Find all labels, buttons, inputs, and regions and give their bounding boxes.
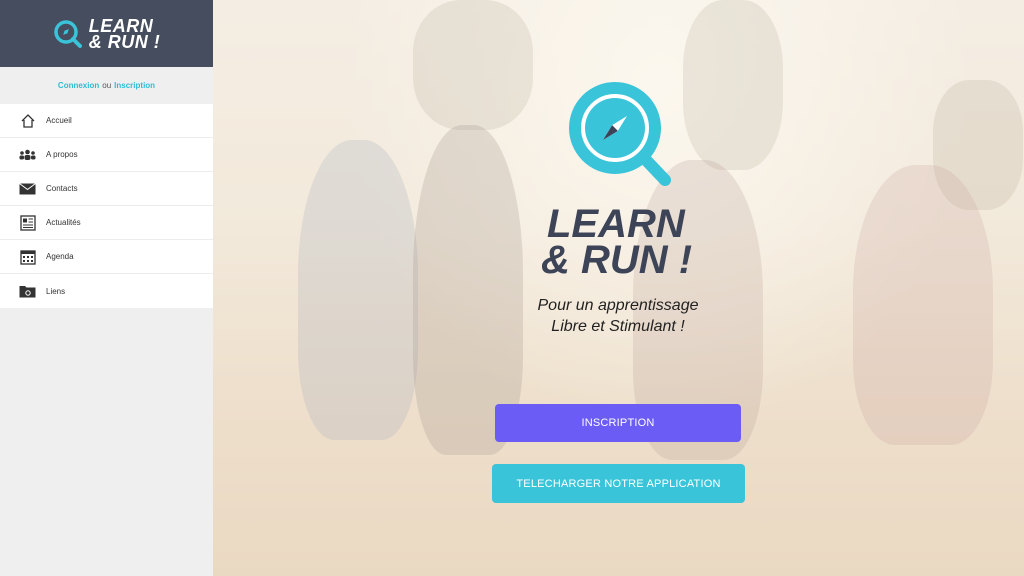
sidebar-item-label: A propos: [46, 150, 78, 159]
auth-links: Connexion ou Inscription: [0, 67, 213, 104]
newspaper-icon: [19, 214, 36, 231]
sidebar-nav: Accueil A propos Contacts Actualités Age…: [0, 104, 213, 308]
inscription-button[interactable]: INSCRIPTION: [495, 404, 741, 442]
sidebar-item-actualites[interactable]: Actualités: [0, 206, 213, 240]
tagline-line-1: Pour un apprentissage: [537, 297, 699, 314]
download-app-button[interactable]: TELECHARGER NOTRE APPLICATION: [492, 464, 745, 503]
folder-link-icon: [19, 283, 36, 300]
auth-separator: ou: [102, 81, 112, 90]
sidebar-item-accueil[interactable]: Accueil: [0, 104, 213, 138]
sidebar-item-label: Actualités: [46, 218, 81, 227]
brand-line-2: & RUN !: [88, 31, 161, 52]
envelope-icon: [19, 180, 36, 197]
hero-title: LEARN & RUN !: [533, 204, 703, 280]
home-icon: [19, 112, 36, 129]
users-icon: [19, 146, 36, 163]
hero-title-line-2: & RUN !: [541, 238, 693, 282]
hero-tagline: Pour un apprentissage Libre et Stimulant…: [463, 295, 773, 337]
calendar-icon: [19, 248, 36, 265]
sidebar-item-liens[interactable]: Liens: [0, 274, 213, 308]
hero-section: LEARN & RUN ! Pour un apprentissage Libr…: [213, 0, 1024, 576]
sidebar-item-contacts[interactable]: Contacts: [0, 172, 213, 206]
sidebar-item-label: Liens: [46, 286, 66, 296]
tagline-line-2: Libre et Stimulant !: [551, 318, 685, 335]
sidebar-item-label: Contacts: [46, 184, 78, 193]
sidebar-item-label: Accueil: [46, 116, 72, 125]
logo-compass-magnifier-icon: [569, 82, 671, 186]
sidebar-item-label: Agenda: [46, 252, 74, 261]
login-link[interactable]: Connexion: [58, 81, 99, 90]
sidebar-item-agenda[interactable]: Agenda: [0, 240, 213, 274]
register-link[interactable]: Inscription: [114, 81, 155, 90]
sidebar: LEARN & RUN ! Connexion ou Inscription A…: [0, 0, 213, 576]
sidebar-item-a-propos[interactable]: A propos: [0, 138, 213, 172]
brand-header[interactable]: LEARN & RUN !: [0, 0, 213, 67]
logo-compass-magnifier-icon: [54, 19, 82, 48]
brand-name: LEARN & RUN !: [88, 17, 161, 52]
